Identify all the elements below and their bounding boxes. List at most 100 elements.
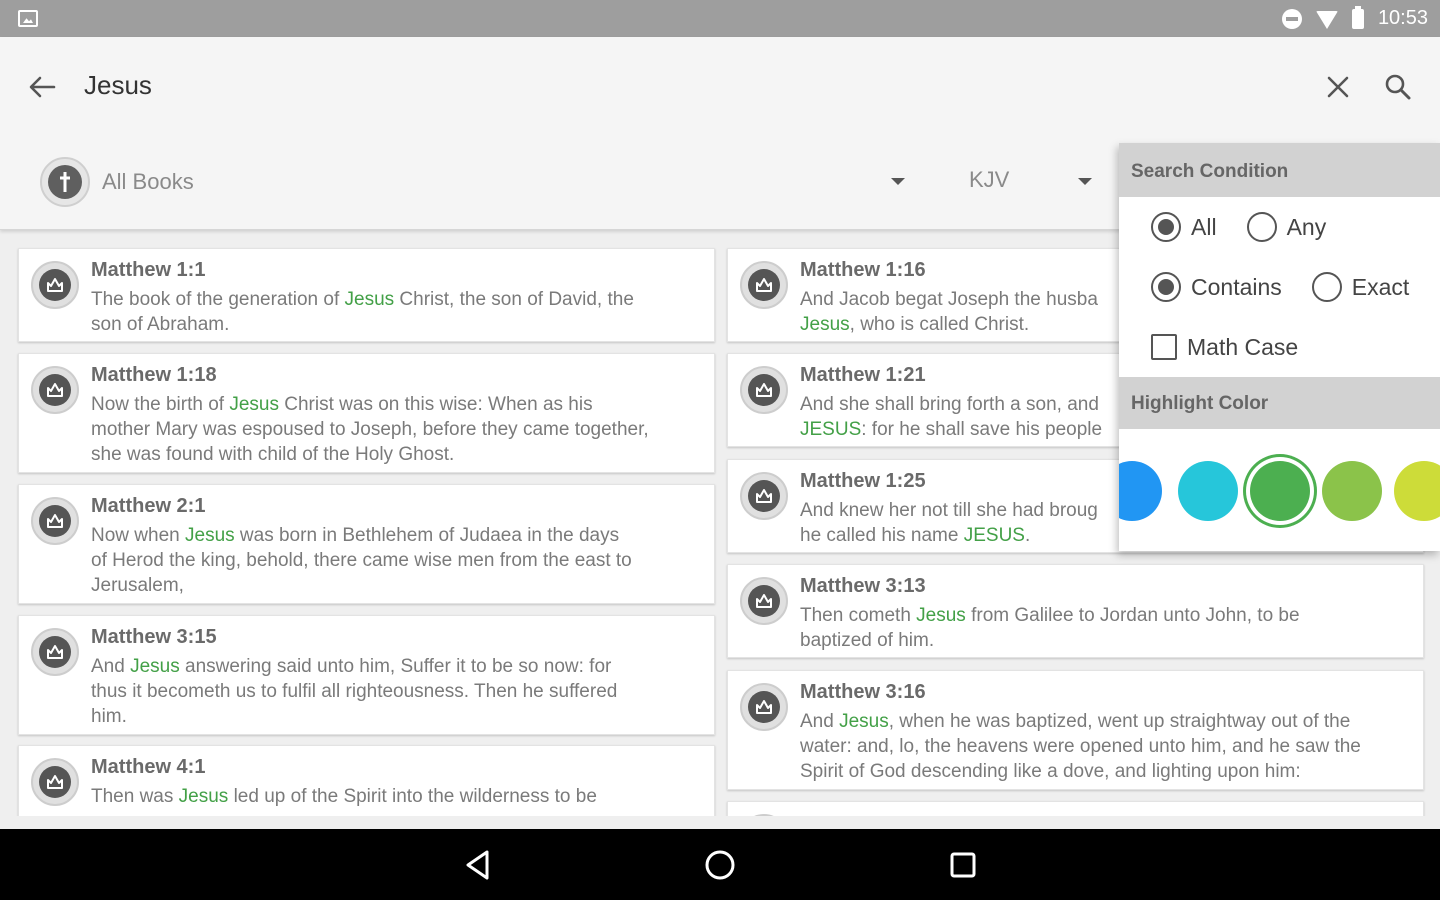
- nav-recents-button[interactable]: [939, 841, 987, 889]
- verse-text: Then was Jesus led up of the Spirit into…: [91, 784, 597, 809]
- verse-text-segment: Then was: [91, 786, 179, 807]
- verse-reference: Matthew 1:1: [91, 259, 206, 281]
- verse-text-line: The book of the generation of Jesus Chri…: [91, 287, 634, 312]
- verse-text-segment: Spirit of God descending like a dove, an…: [800, 761, 1301, 782]
- bookmark-crown-icon: [740, 472, 788, 520]
- verse-text-line: water: and, lo, the heavens were opened …: [800, 734, 1361, 759]
- verse-reference: Matthew 1:16: [800, 259, 926, 281]
- radio-match-all[interactable]: All: [1151, 212, 1217, 242]
- verse-text: And knew her not till she had broug he ca…: [800, 498, 1098, 548]
- close-icon: [1327, 76, 1349, 98]
- verse-text-segment: And: [800, 711, 840, 732]
- search-button[interactable]: [1376, 65, 1420, 109]
- search-highlight: Jesus: [130, 656, 180, 677]
- verse-text-segment: he called his name: [800, 525, 964, 546]
- verse-text-line: of Herod the king, behold, there came wi…: [91, 548, 632, 573]
- status-time: 10:53: [1377, 7, 1428, 29]
- verse-reference: Matthew 4:1: [91, 756, 206, 778]
- verse-text-line: Now the birth of Jesus Christ was on thi…: [91, 392, 649, 417]
- verse-text-line: And Jacob begat Joseph the husba: [800, 287, 1098, 312]
- highlight-color-palette: [1119, 429, 1440, 551]
- verse-reference: Matthew 3:13: [800, 575, 926, 597]
- verse-text-segment: , who is called Christ.: [849, 314, 1030, 335]
- result-card[interactable]: Matthew 3:16 And Jesus, when he was bapti…: [727, 670, 1424, 790]
- circle-home-icon: [705, 850, 735, 880]
- verse-text-segment: water: and, lo, the heavens were opened …: [800, 736, 1361, 757]
- verse-text-segment: from Galilee to Jordan unto John, to be: [965, 605, 1300, 626]
- back-button[interactable]: [20, 65, 64, 109]
- match-case-checkbox[interactable]: Math Case: [1151, 334, 1298, 361]
- verse-text: The book of the generation of Jesus Chri…: [91, 287, 634, 337]
- search-query-text[interactable]: Jesus: [84, 70, 152, 101]
- verse-text-line: JESUS: for he shall save his people: [800, 417, 1102, 442]
- verse-reference: Matthew 1:18: [91, 364, 217, 386]
- verse-text-segment: thus it becometh us to fulfil all righte…: [91, 681, 618, 702]
- book-filter-dropdown[interactable]: All Books: [40, 157, 920, 207]
- color-swatch-cyan[interactable]: [1178, 461, 1238, 521]
- verse-text-line: thus it becometh us to fulfil all righte…: [91, 679, 617, 704]
- result-card[interactable]: Matthew 3:13 Then cometh Jesus from Galil…: [727, 564, 1424, 658]
- arrow-back-icon: [29, 76, 56, 98]
- verse-text-segment: The book of the generation of: [91, 289, 345, 310]
- nav-back-button[interactable]: [454, 841, 502, 889]
- color-swatch-green[interactable]: [1250, 461, 1310, 521]
- bookmark-crown-icon: [740, 261, 788, 309]
- bookmark-crown-icon: [31, 758, 79, 806]
- result-card[interactable]: Matthew 1:1 The book of the generation of…: [18, 248, 715, 342]
- verse-text-line: Then was Jesus led up of the Spirit into…: [91, 784, 597, 809]
- bible-cross-icon: [40, 157, 90, 207]
- highlight-color-title: Highlight Color: [1119, 377, 1440, 429]
- verse-text-line: And she shall bring forth a son, and: [800, 392, 1102, 417]
- verse-text-segment: Jerusalem,: [91, 575, 184, 596]
- verse-text-segment: Then cometh: [800, 605, 917, 626]
- version-dropdown[interactable]: KJV: [969, 167, 1009, 193]
- image-notification-icon: [18, 10, 38, 27]
- chevron-down-icon: [891, 178, 905, 185]
- verse-text-segment: And knew her not till she had broug: [800, 500, 1098, 521]
- status-bar: 10:53: [0, 0, 1440, 37]
- verse-reference: Matthew 1:21: [800, 364, 926, 386]
- verse-text-segment: And: [91, 656, 131, 677]
- verse-text: Now when Jesus was born in Bethlehem of …: [91, 523, 632, 598]
- result-card[interactable]: Matthew 4:1 Then was Jesus led up of the …: [18, 745, 715, 816]
- search-highlight: Jesus: [839, 711, 889, 732]
- verse-text-line: Now when Jesus was born in Bethlehem of …: [91, 523, 632, 548]
- bookmark-crown-icon: [31, 261, 79, 309]
- result-card[interactable]: Matthew 3:15 And Jesus answering said unt…: [18, 615, 715, 735]
- verse-text-segment: of Herod the king, behold, there came wi…: [91, 550, 632, 571]
- verse-text-line: Spirit of God descending like a dove, an…: [800, 759, 1361, 784]
- verse-reference: Matthew 3:15: [91, 626, 217, 648]
- color-swatch-blue[interactable]: [1119, 461, 1162, 521]
- search-highlight: JESUS: [800, 419, 862, 440]
- color-swatch-lime[interactable]: [1394, 461, 1440, 521]
- verse-text-segment: him.: [91, 706, 127, 727]
- radio-exact[interactable]: Exact: [1311, 272, 1409, 302]
- verse-text-segment: mother Mary was espoused to Joseph, befo…: [91, 419, 649, 440]
- square-recents-icon: [950, 852, 976, 878]
- verse-text-segment: baptized of him.: [800, 630, 935, 651]
- color-swatch-light-green[interactable]: [1322, 461, 1382, 521]
- search-condition-popup: Search Condition All Any Contains Exact …: [1119, 143, 1440, 551]
- result-card[interactable]: [727, 801, 1424, 816]
- bookmark-crown-icon: [740, 366, 788, 414]
- verse-text-line: son of Abraham.: [91, 312, 634, 337]
- search-highlight: Jesus: [916, 605, 966, 626]
- verse-text-line: baptized of him.: [800, 628, 1300, 653]
- clear-search-button[interactable]: [1316, 65, 1360, 109]
- verse-text-segment: Now when: [91, 525, 185, 546]
- triangle-back-icon: [466, 850, 489, 880]
- radio-match-any[interactable]: Any: [1246, 212, 1326, 242]
- wifi-icon: [1315, 10, 1338, 29]
- radio-contains[interactable]: Contains: [1151, 272, 1282, 302]
- do-not-disturb-icon: [1281, 8, 1302, 29]
- verse-text-line: And Jesus answering said unto him, Suffe…: [91, 654, 617, 679]
- verse-text-segment: Now the birth of: [91, 394, 230, 415]
- bookmark-crown-icon: [31, 366, 79, 414]
- search-highlight: JESUS: [963, 525, 1025, 546]
- result-card[interactable]: Matthew 2:1 Now when Jesus was born in Be…: [18, 484, 715, 604]
- bookmark-crown-icon: [31, 497, 79, 545]
- result-card[interactable]: Matthew 1:18 Now the birth of Jesus Chris…: [18, 353, 715, 473]
- bookmark-crown-icon: [740, 577, 788, 625]
- verse-text-segment: Christ, the son of David, the: [394, 289, 634, 310]
- nav-home-button[interactable]: [696, 841, 744, 889]
